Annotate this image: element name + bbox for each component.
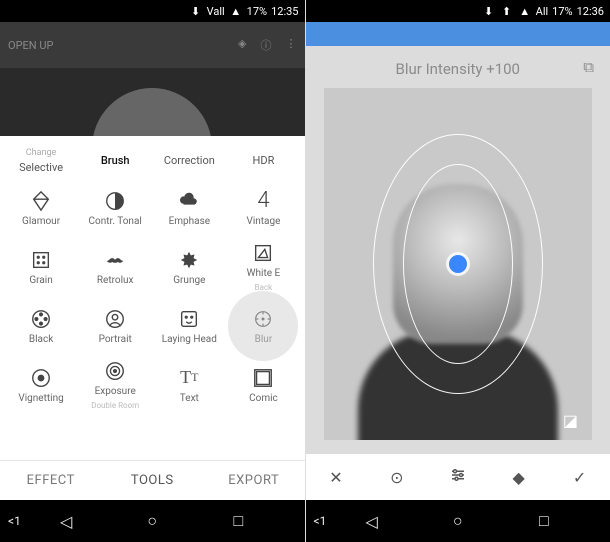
cloud-icon (178, 190, 200, 212)
tool-correction[interactable]: Correction (152, 142, 226, 180)
editor-area: Blur Intensity +100 ⧉ ◪ (306, 46, 610, 454)
recent-button[interactable]: □ (218, 511, 258, 531)
tools-panel: Change Selective Brush Correction HDR Gl… (0, 136, 305, 460)
vignette-icon (30, 367, 52, 389)
android-navbar-left: <1 ◁ ○ □ (0, 500, 305, 542)
tool-whitee[interactable]: White E Back (226, 236, 300, 298)
battery-label: 17% (552, 5, 572, 18)
frame-icon (252, 367, 274, 389)
recent-button[interactable]: □ (524, 511, 564, 531)
bottom-tabs: EFFECT TOOLS EXPORT (0, 460, 305, 500)
time-label: 12:35 (271, 5, 298, 18)
reel-icon (30, 308, 52, 330)
home-button[interactable]: ○ (132, 511, 172, 531)
target-icon (104, 360, 126, 382)
tool-layinghead[interactable]: Laying Head (152, 298, 226, 354)
tab-export[interactable]: EXPORT (203, 473, 305, 488)
tool-retrolux[interactable]: Retrolux (78, 236, 152, 298)
tool-black[interactable]: Black (4, 298, 78, 354)
layers-icon[interactable]: ◈ (238, 37, 246, 53)
tool-vintage[interactable]: 4 Vintage (226, 180, 300, 236)
tool-contrast[interactable]: Contr. Tonal (78, 180, 152, 236)
cancel-button[interactable]: ✕ (306, 468, 367, 487)
four-icon: 4 (252, 190, 274, 212)
preview-thumb (0, 68, 305, 136)
right-pane: ⬇ ⬆ ▲ All 17% 12:36 Blur Intensity +100 … (306, 0, 610, 542)
status-bar-right: ⬇ ⬆ ▲ All 17% 12:36 (306, 0, 610, 22)
tab-tools[interactable]: TOOLS (102, 473, 204, 488)
tab-effect[interactable]: EFFECT (0, 473, 102, 488)
bookmark-icon[interactable]: ◪ (563, 411, 578, 430)
adjust-button[interactable] (427, 466, 488, 488)
grunge-icon (178, 249, 200, 271)
info-icon[interactable]: ⓘ (261, 37, 272, 53)
triangle-icon (252, 242, 274, 264)
app-bar (306, 22, 610, 46)
mustache-icon (104, 249, 126, 271)
tool-text[interactable]: TT Text (152, 354, 226, 416)
open-label[interactable]: OPEN UP (8, 39, 53, 52)
tool-brush[interactable]: Brush (78, 142, 152, 180)
upload-icon: ⬆ (500, 4, 514, 18)
apply-button[interactable]: ✓ (549, 468, 610, 487)
tool-selective[interactable]: Change Selective (4, 142, 78, 180)
blur-intensity-label: Blur Intensity +100 ⧉ (306, 46, 610, 88)
download-icon: ⬇ (482, 4, 496, 18)
tool-portrait[interactable]: Portrait (78, 298, 152, 354)
tool-emphasis[interactable]: Emphase (152, 180, 226, 236)
home-button[interactable]: ○ (438, 511, 478, 531)
left-pane: ⬇ Vall ▲ 17% 12:35 OPEN UP ◈ ⓘ ⋮ Change … (0, 0, 306, 542)
prev-label: <1 (314, 514, 327, 528)
photo-canvas[interactable]: ◪ (324, 88, 593, 440)
blur-center-handle[interactable] (449, 255, 467, 273)
contrast-icon (104, 190, 126, 212)
download-icon: ⬇ (189, 4, 203, 18)
diamond-icon (30, 190, 52, 212)
editor-toolbar: ✕ ⊙ ◆ ✓ (306, 454, 610, 500)
tool-exposure[interactable]: Exposure Double Room (78, 354, 152, 416)
network-label: All (536, 5, 549, 18)
tool-vignetting[interactable]: Vignetting (4, 354, 78, 416)
tool-glamour[interactable]: Glamour (4, 180, 78, 236)
time-label: 12:36 (577, 5, 604, 18)
transition-button[interactable]: ◆ (488, 468, 549, 487)
tool-comic[interactable]: Comic (226, 354, 300, 416)
prev-label: <1 (8, 514, 21, 528)
grain-icon (30, 249, 52, 271)
tool-grain[interactable]: Grain (4, 236, 78, 298)
person-icon (104, 308, 126, 330)
compare-icon[interactable]: ⧉ (583, 58, 594, 76)
menu-icon[interactable]: ⋮ (286, 37, 297, 53)
network-label: Vall (207, 5, 225, 18)
app-header: OPEN UP ◈ ⓘ ⋮ (0, 22, 305, 68)
battery-label: 17% (247, 5, 267, 18)
tool-blur[interactable]: Blur (226, 298, 300, 354)
blur-icon (252, 308, 274, 330)
back-button[interactable]: ◁ (352, 512, 392, 531)
face-icon (178, 308, 200, 330)
tool-hdr[interactable]: HDR (226, 142, 300, 180)
text-icon: TT (178, 367, 200, 389)
shape-button[interactable]: ⊙ (366, 468, 427, 487)
back-button[interactable]: ◁ (46, 512, 86, 531)
status-bar-left: ⬇ Vall ▲ 17% 12:35 (0, 0, 305, 22)
android-navbar-right: <1 ◁ ○ □ (306, 500, 610, 542)
wifi-icon: ▲ (229, 4, 243, 18)
tool-grunge[interactable]: Grunge (152, 236, 226, 298)
wifi-icon: ▲ (518, 4, 532, 18)
